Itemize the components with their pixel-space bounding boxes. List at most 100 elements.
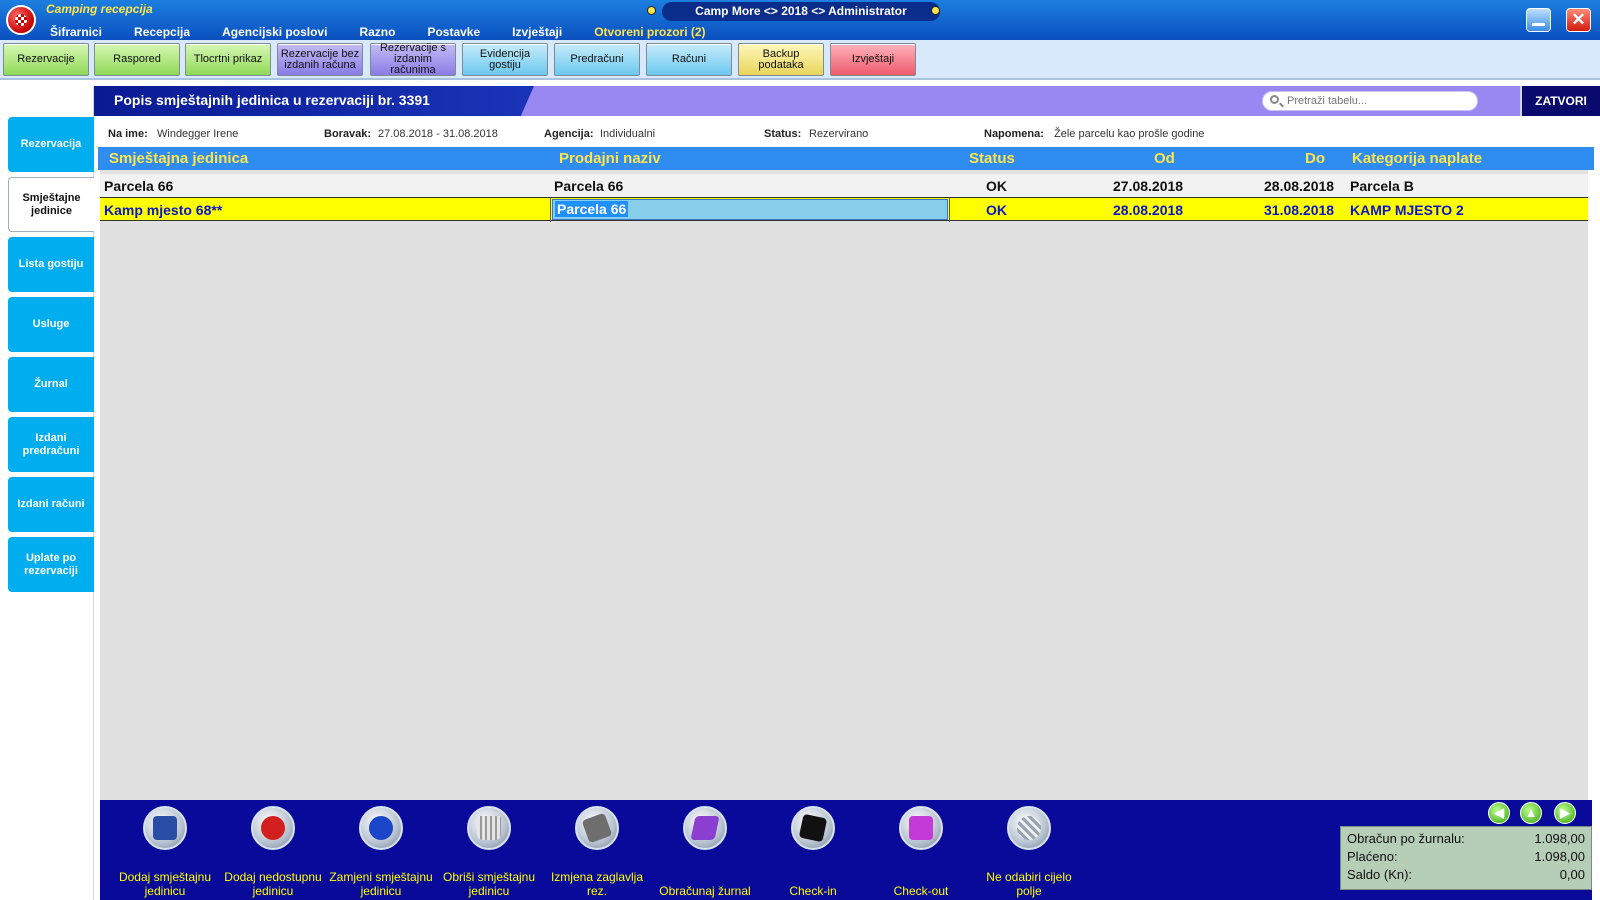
summary-label: Saldo (Kn): (1347, 867, 1413, 882)
summary-saldo: Saldo (Kn): 0,00 (1347, 867, 1587, 885)
title-dot-left-icon (647, 6, 656, 15)
checkin-icon (798, 813, 828, 843)
nav-izdani-racuni[interactable]: Izdani računi (8, 477, 94, 532)
toolbar-evidencija-gostiju-button[interactable]: Evidencija gostiju (462, 43, 548, 76)
nav-uplate-po-rezervaciji[interactable]: Uplate po rezervaciji (8, 537, 94, 592)
cell-divider (949, 198, 950, 222)
menu-izvjestaji[interactable]: Izvještaji (512, 25, 562, 41)
cell-divider (550, 198, 551, 222)
toolbar-raspored-button[interactable]: Raspored (94, 43, 180, 76)
left-navigation: Rezervacija Smještajne jedinice Lista go… (0, 86, 94, 900)
nav-usluge[interactable]: Usluge (8, 297, 94, 352)
nav-lista-gostiju[interactable]: Lista gostiju (8, 237, 94, 292)
col-smjestajna-jedinica[interactable]: Smještajna jedinica (109, 150, 248, 167)
note-label: Napomena: (984, 128, 1044, 140)
toolbar-predracuni-button[interactable]: Predračuni (554, 43, 640, 76)
dodaj-nedostupnu-jedinicu-button[interactable]: Dodaj nedostupnu jedinicu (218, 806, 328, 898)
col-prodajni-naziv[interactable]: Prodajni naziv (559, 150, 661, 167)
toolbar-rezervacije-bez-racuna-button[interactable]: Rezervacije bez izdanih računa (277, 43, 363, 76)
window-title: Camp More <> 2018 <> Administrator (662, 2, 940, 21)
toolbar-tlocrtni-prikaz-button[interactable]: Tlocrtni prikaz (185, 43, 271, 76)
search-icon (1270, 95, 1279, 104)
check-in-button[interactable]: Check-in (758, 806, 868, 898)
nav-izdani-predracuni[interactable]: Izdani predračuni (8, 417, 94, 472)
toolbar: Rezervacije Raspored Tlocrtni prikaz Rez… (0, 40, 1600, 80)
menu-otvoreni-prozori[interactable]: Otvoreni prozori (2) (594, 25, 705, 41)
arrow-left-icon[interactable]: ◀ (1488, 802, 1510, 824)
toolbar-backup-button[interactable]: Backup podataka (738, 43, 824, 76)
close-window-button[interactable]: ✕ (1566, 8, 1591, 32)
menu-agencijski-poslovi[interactable]: Agencijski poslovi (222, 25, 327, 41)
status-value: Rezervirano (809, 128, 869, 140)
gift-icon (909, 816, 933, 840)
summary-box: Obračun po žurnalu: 1.098,00 Plaćeno: 1.… (1340, 826, 1592, 890)
obrisi-smjestajnu-jedinicu-button[interactable]: Obriši smještajnu jedinicu (434, 806, 544, 898)
cell-status: OK (986, 202, 1007, 218)
zatvori-button[interactable]: ZATVORI (1520, 86, 1600, 116)
stay-label: Boravak: (324, 128, 372, 140)
cell-kategorija-naplate: Parcela B (1350, 178, 1414, 194)
agency-value: Individualni (600, 128, 656, 140)
summary-label: Plaćeno: (1347, 849, 1398, 864)
cell-prodajni-naziv-editing[interactable]: Parcela 66 (552, 199, 948, 220)
cell-kategorija-naplate: KAMP MJESTO 2 (1350, 202, 1464, 218)
name-label: Na ime: (108, 128, 148, 140)
note-value: Žele parcelu kao prošle godine (1054, 128, 1205, 140)
arrow-up-icon[interactable]: ▲ (1520, 802, 1542, 824)
summary-label: Obračun po žurnalu: (1347, 831, 1465, 846)
action-label: Dodaj nedostupnu jedinicu (224, 870, 322, 898)
summary-value: 1.098,00 (1534, 831, 1585, 846)
cell-od: 27.08.2018 (1113, 178, 1184, 194)
dodaj-smjestajnu-jedinicu-button[interactable]: Dodaj smještajnu jedinicu (110, 806, 220, 898)
menu-postavke[interactable]: Postavke (427, 25, 480, 41)
minimize-button[interactable] (1526, 8, 1551, 32)
table-header: Smještajna jedinica Prodajni naziv Statu… (98, 147, 1594, 170)
summary-value: 0,00 (1559, 867, 1585, 882)
action-label: Ne odabiri cijelo polje (986, 870, 1072, 898)
main-menu: Šifrarnici Recepcija Agencijski poslovi … (50, 25, 738, 41)
menu-razno[interactable]: Razno (359, 25, 395, 41)
col-status[interactable]: Status (969, 150, 1015, 167)
col-do[interactable]: Do (1305, 150, 1325, 167)
summary-obracun: Obračun po žurnalu: 1.098,00 (1347, 831, 1587, 849)
nav-zurnal[interactable]: Žurnal (8, 357, 94, 412)
journal-icon (690, 816, 720, 840)
menu-sifrarnici[interactable]: Šifrarnici (50, 25, 102, 41)
action-label: Dodaj smještajnu jedinicu (118, 870, 212, 898)
nav-smjestajne-jedinice[interactable]: Smještajne jedinice (8, 177, 94, 232)
title-dot-right-icon (931, 6, 940, 15)
table-row[interactable]: Parcela 66 Parcela 66 OK 27.08.2018 28.0… (100, 174, 1588, 198)
check-out-button[interactable]: Check-out (866, 806, 976, 898)
cell-prodajni-naziv-text: Parcela 66 (555, 201, 629, 217)
swap-icon (369, 816, 393, 840)
nav-rezervacija[interactable]: Rezervacija (8, 117, 94, 172)
agency-label: Agencija: (544, 128, 594, 140)
summary-placeno: Plaćeno: 1.098,00 (1347, 849, 1587, 867)
status-label: Status: (764, 128, 802, 140)
toolbar-racuni-button[interactable]: Računi (646, 43, 732, 76)
cell-do: 28.08.2018 (1264, 178, 1335, 194)
zamjeni-smjestajnu-jedinicu-button[interactable]: Zamjeni smještajnu jedinicu (326, 806, 436, 898)
action-label: Zamjeni smještajnu jedinicu (329, 870, 433, 898)
app-logo-icon (6, 5, 36, 35)
search-input[interactable] (1262, 91, 1478, 111)
reservation-info: Na ime: Windegger Irene Boravak: 27.08.2… (100, 123, 1588, 145)
stay-value: 27.08.2018 - 31.08.2018 (378, 128, 498, 140)
cell-smjestajna-jedinica: Kamp mjesto 68** (104, 202, 223, 218)
toolbar-izvjestaji-button[interactable]: Izvještaji (830, 43, 916, 76)
col-od[interactable]: Od (1154, 150, 1175, 167)
ne-odabiri-cijelo-polje-button[interactable]: Ne odabiri cijelo polje (974, 806, 1084, 898)
document-icon (153, 816, 177, 840)
col-kategorija-naplate[interactable]: Kategorija naplate (1352, 150, 1482, 167)
toolbar-rezervacije-s-racunima-button[interactable]: Rezervacije s izdanim računima (370, 43, 456, 76)
toolbar-rezervacije-button[interactable]: Rezervacije (3, 43, 89, 76)
cell-status: OK (986, 178, 1007, 194)
obracunaj-zurnal-button[interactable]: Obračunaj žurnal (650, 806, 760, 898)
arrow-right-icon[interactable]: ▶ (1554, 802, 1576, 824)
menu-recepcija[interactable]: Recepcija (134, 25, 190, 41)
cell-do: 31.08.2018 (1264, 202, 1335, 218)
stop-hand-icon (261, 816, 285, 840)
table-row-selected[interactable]: Kamp mjesto 68** Parcela 66 OK 28.08.201… (100, 197, 1588, 222)
cell-prodajni-naziv: Parcela 66 (554, 178, 624, 194)
izmjena-zaglavlja-button[interactable]: Izmjena zaglavlja rez. (542, 806, 652, 898)
